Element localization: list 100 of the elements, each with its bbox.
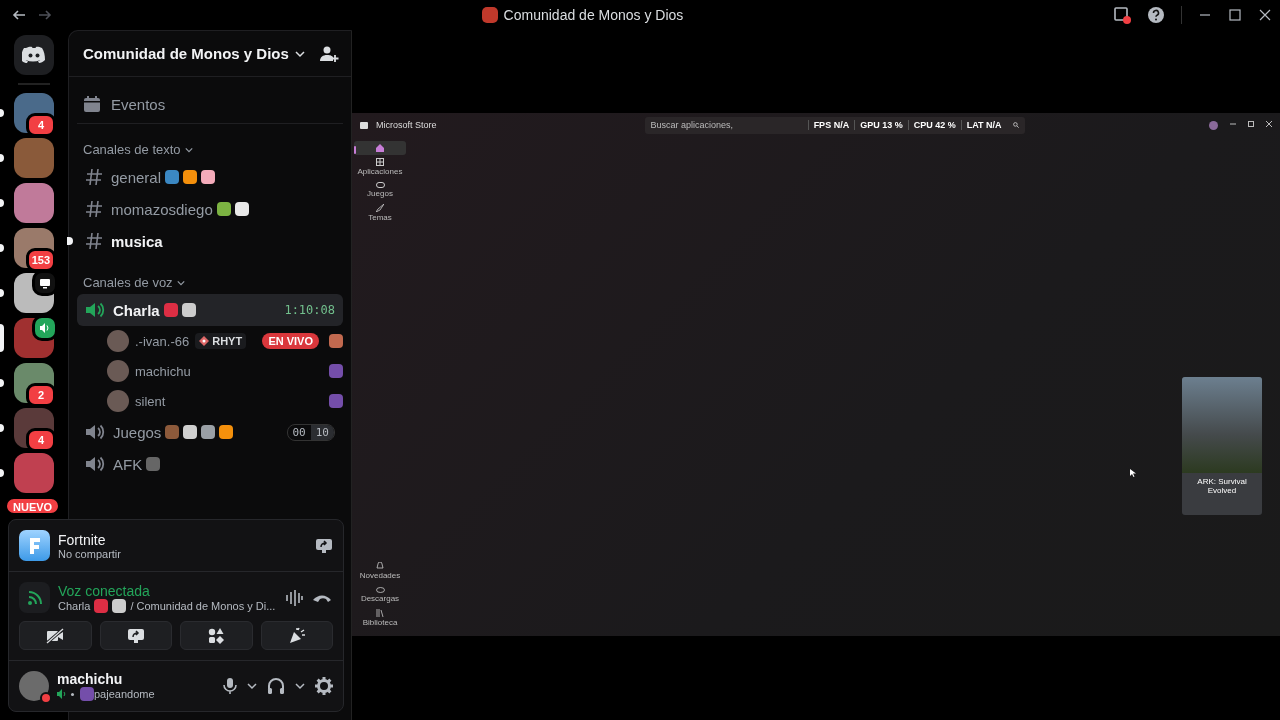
soundboard-button[interactable] [260,621,333,650]
bell-icon [376,562,384,570]
nav-item[interactable]: Temas [354,201,406,225]
performance-stat: GPU 13 % [854,120,908,130]
add-person-icon[interactable] [319,44,339,63]
app-title: Microsoft Store [376,120,437,130]
screen-share-icon [126,626,145,645]
user-avatar[interactable] [107,330,129,352]
category-header[interactable]: Canales de voz [69,257,351,294]
hash-icon [85,232,103,250]
nav-item[interactable]: Descargas [354,583,406,606]
sound-wave-icon[interactable] [285,588,303,607]
channel-item[interactable]: general [77,161,343,193]
channel-item[interactable]: momazosdiego [77,193,343,225]
store-bag-icon [360,121,368,129]
hash-icon [85,168,103,186]
close-icon[interactable] [1258,8,1272,22]
maximize-icon[interactable] [1248,120,1254,127]
nav-item[interactable]: Novedades [354,559,406,583]
channel-name: musica [111,232,163,250]
server-path: / Comunidad de Monos y Di... [130,599,276,612]
performance-stat: CPU 42 % [907,120,961,130]
close-icon[interactable] [1266,120,1272,127]
performance-stat: FPS N/A [807,120,855,130]
call-duration: 1:10:08 [284,303,335,317]
channel-name: Juegos [113,423,162,441]
profile-icon[interactable] [1209,120,1218,130]
camera-off-button[interactable] [19,621,92,650]
voice-channel-name[interactable]: Charla [58,599,91,612]
connection-icon[interactable] [19,582,50,613]
mention-count: 4 [26,113,56,137]
home-button[interactable] [14,35,54,75]
back-arrow-icon[interactable] [12,8,26,22]
game-name: Fortnite [58,531,107,548]
custom-status: pajeandome [94,688,155,700]
mouse-cursor-icon [1130,469,1136,477]
channel-item[interactable]: Juegos 00 10 [77,416,343,448]
voice-connected-label: Voz conectada [58,582,151,599]
crossed-camera-icon [46,627,65,644]
channel-name: Charla [113,301,160,319]
chat-bubble-logo-icon [22,46,46,64]
member-name[interactable]: .-ivan.-66 [135,333,190,349]
letter-block-icon [28,536,41,555]
user-avatar[interactable] [107,390,129,412]
nav-item[interactable] [354,141,406,155]
mention-count: 2 [26,383,56,407]
maximize-icon[interactable] [1228,8,1242,22]
chevron-down-icon [294,48,305,59]
member-name[interactable]: silent [135,393,166,409]
shapes-icon [208,627,225,644]
channel-name: momazosdiego [111,200,213,218]
search-field[interactable]: Buscar aplicaciones, FPS N/A GPU 13 % CPU 42 % LAT N/A [644,116,1025,134]
books-icon [376,609,384,617]
nav-item[interactable]: Biblioteca [354,606,406,630]
chevron-down-icon[interactable] [247,681,257,691]
inbox-icon[interactable] [1113,6,1131,24]
channel-item[interactable]: Charla 1:10:08 [77,294,343,326]
screen-share-button[interactable] [99,621,172,650]
channel-name: general [111,168,162,186]
screen-share-icon[interactable] [315,536,333,555]
grid-icon [376,158,384,166]
live-badge: EN VIVO [262,333,319,349]
party-popper-icon [287,626,306,645]
settings-icon[interactable] [315,677,333,695]
game-card[interactable]: ARK: Survival Evolved [1182,377,1262,515]
category-header[interactable]: Canales de texto [69,124,351,161]
do-not-disturb-icon [40,692,52,704]
speaker-icon [85,423,105,441]
hash-icon [85,200,103,218]
user-avatar[interactable] [107,360,129,382]
speaker-icon [39,322,51,334]
events-item[interactable]: Eventos [77,85,343,124]
server-header[interactable]: Comunidad de Monos y Dios [69,31,351,77]
channel-name: AFK [113,455,143,473]
nav-item[interactable]: Juegos [354,179,406,201]
channel-item[interactable]: AFK [77,448,343,480]
mention-count: 4 [26,428,56,452]
server-avatar[interactable] [14,183,54,223]
forward-arrow-icon[interactable] [38,8,52,22]
mention-count: 153 [25,248,56,272]
speaker-icon [85,455,105,473]
headphones-icon[interactable] [267,677,285,695]
activities-button[interactable] [180,621,253,650]
search-icon [1012,122,1019,128]
help-icon[interactable] [1147,6,1165,24]
brush-icon [376,204,384,212]
chevron-down-icon [184,145,193,154]
nav-item[interactable]: Aplicaciones [354,155,406,179]
performance-stat: LAT N/A [960,120,1007,130]
microphone-icon[interactable] [223,677,237,695]
member-name[interactable]: machichu [135,363,191,379]
server-icon [481,7,498,23]
user-avatar[interactable] [19,671,49,701]
server-name: Comunidad de Monos y Dios [83,45,289,62]
channel-item[interactable]: musica [77,225,343,257]
chevron-down-icon[interactable] [295,681,305,691]
minimize-icon[interactable] [1230,120,1236,127]
clan-tag: RHYT [195,333,247,349]
username: machichu [57,671,124,687]
monitor-icon [39,277,51,289]
